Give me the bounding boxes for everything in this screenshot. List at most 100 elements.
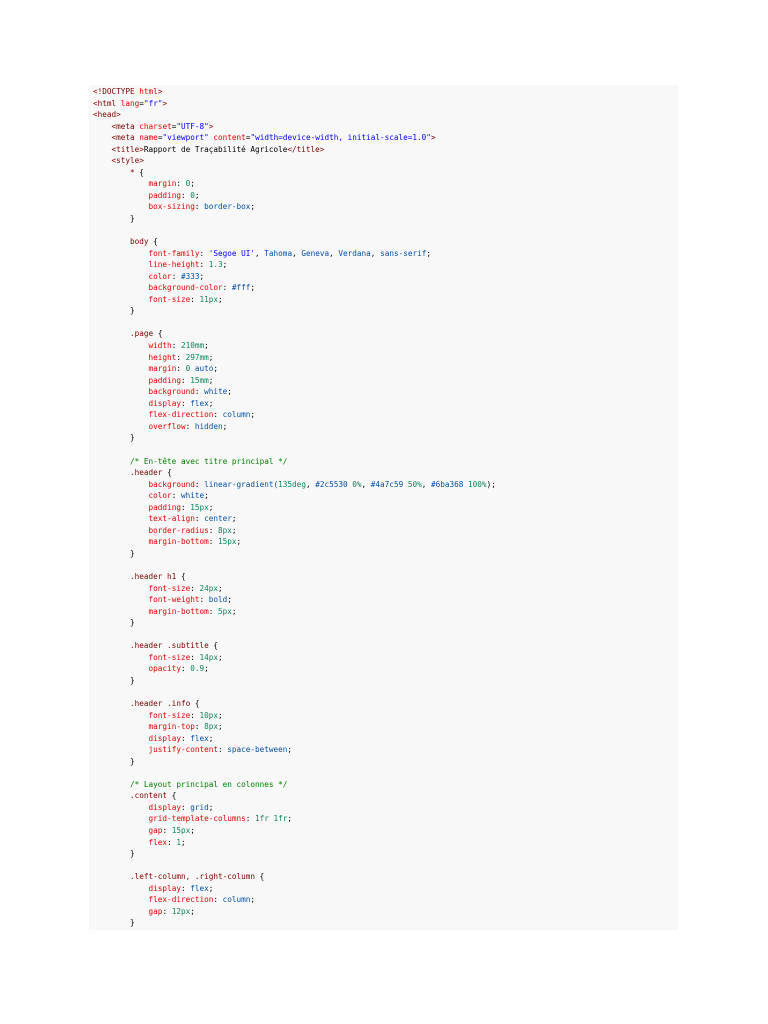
code-token: :	[185, 421, 195, 431]
code-token: #4a7c59	[370, 479, 404, 489]
code-token: :	[245, 814, 256, 824]
code-token: {	[139, 167, 144, 177]
code-line: opacity: 0.9;	[93, 663, 678, 675]
code-token: ;	[208, 352, 214, 362]
code-token: font-size	[148, 294, 191, 304]
code-lines: <!DOCTYPE html> <html lang="fr"> <head> <m…	[93, 86, 678, 929]
code-token: :	[180, 883, 191, 893]
code-token: :	[213, 410, 223, 420]
code-token: {	[213, 641, 218, 651]
code-token: display	[148, 802, 181, 812]
code-token: }	[130, 433, 135, 443]
code-token: flex	[190, 398, 209, 408]
code-line: .header .subtitle {	[93, 640, 678, 652]
code-token: white	[204, 387, 228, 397]
code-token: color	[148, 491, 172, 501]
code-line: flex-direction: column;	[93, 894, 678, 906]
code-token: :	[194, 202, 205, 212]
code-token: .header	[130, 468, 168, 478]
code-line: .header h1 {	[93, 571, 678, 583]
code-token: .header .info	[130, 698, 195, 708]
code-token: ;	[227, 595, 232, 605]
code-token: }	[130, 849, 135, 859]
code-token: :	[199, 595, 209, 605]
code-token: 'Segoe UI'	[208, 248, 256, 258]
code-token: gap	[148, 826, 163, 835]
code-token: 15px	[217, 537, 237, 547]
code-token: flex	[148, 837, 168, 847]
code-token: ;	[204, 491, 209, 501]
code-token: 297mm	[185, 352, 209, 362]
code-line: margin-bottom: 15px;	[93, 536, 678, 548]
code-line: .content {	[93, 790, 678, 802]
code-line: height: 297mm;	[93, 352, 678, 364]
code-token: ;	[231, 606, 237, 616]
code-token: ,	[421, 479, 431, 489]
code-token: ,	[361, 479, 371, 489]
code-token: {	[153, 237, 158, 247]
code-line: color: #333;	[93, 271, 678, 283]
code-token: ;	[208, 733, 214, 743]
code-token: 0.9	[190, 664, 205, 674]
code-token: >	[157, 87, 163, 96]
code-token: ;	[231, 525, 237, 535]
code-line: gap: 15px;	[93, 825, 678, 837]
code-token: ;	[204, 341, 209, 351]
code-token: ;	[208, 883, 214, 893]
code-line: }	[93, 675, 678, 687]
code-token: ,	[292, 248, 302, 258]
code-token: :	[213, 895, 223, 905]
code-token: grid	[190, 802, 209, 812]
code-token: ;	[250, 283, 256, 293]
code-token: height	[148, 352, 177, 362]
code-token: {	[259, 872, 265, 882]
code-line: .left-column, .right-column {	[93, 871, 678, 883]
code-line: }	[93, 213, 678, 225]
code-token: ;	[250, 202, 256, 212]
code-line: .page {	[93, 328, 678, 340]
code-token: 100%	[468, 479, 487, 489]
code-line: <style>	[93, 155, 678, 167]
code-token: :	[222, 283, 232, 293]
code-line: flex: 1;	[93, 837, 678, 849]
code-token: html	[139, 87, 158, 96]
code-token: white	[180, 491, 205, 501]
code-token: 15mm	[190, 375, 209, 385]
code-token: :	[194, 722, 205, 732]
code-token: ;	[227, 387, 232, 397]
code-line: box-sizing: border-box;	[93, 201, 678, 213]
code-token: ;	[208, 802, 214, 812]
code-token: :	[194, 514, 205, 524]
code-token: grid-template-columns	[148, 814, 246, 824]
code-line: }	[93, 917, 678, 929]
code-token: }	[130, 306, 135, 316]
code-token: 5px	[217, 606, 232, 616]
code-line: background: linear-gradient(135deg, #2c5…	[93, 479, 678, 491]
code-token: :	[217, 745, 228, 755]
code-token: /* Layout principal en colonnes */	[130, 779, 288, 789]
code-token: display	[148, 883, 181, 893]
code-token: .header h1	[130, 571, 181, 581]
code-line: font-family: 'Segoe UI', Tahoma, Geneva,…	[93, 248, 678, 260]
code-token: body	[130, 237, 154, 247]
code-token: padding	[148, 375, 181, 385]
code-token: opacity	[148, 664, 181, 674]
code-token: :	[194, 479, 205, 489]
